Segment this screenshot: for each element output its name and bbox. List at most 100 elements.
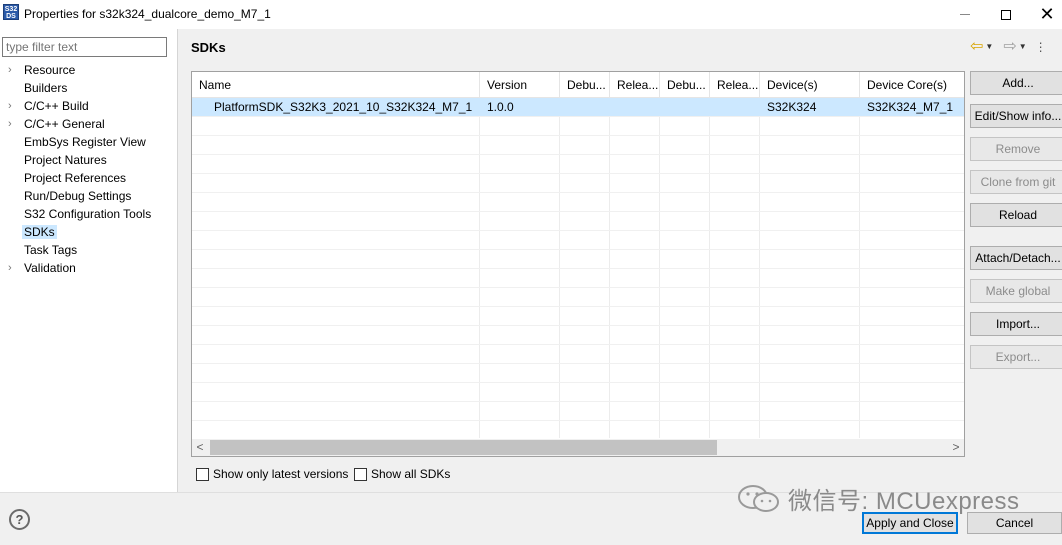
show-all-sdks-checkbox[interactable]: Show all SDKs (354, 467, 450, 481)
watermark: 微信号: MCUexpress (736, 481, 1020, 516)
sidebar-item-label: Resource (24, 63, 76, 77)
show-latest-versions-checkbox[interactable]: Show only latest versions (196, 467, 348, 481)
sidebar-item-task-tags[interactable]: Task Tags (0, 241, 178, 259)
sidebar-item-builders[interactable]: Builders (0, 79, 178, 97)
sidebar-item-run-debug-settings[interactable]: Run/Debug Settings (0, 187, 178, 205)
wechat-logo-icon (738, 484, 779, 512)
expand-chevron-icon[interactable]: › (8, 259, 12, 277)
table-row (192, 117, 964, 136)
maximize-button[interactable] (983, 0, 1029, 29)
table-row (192, 212, 964, 231)
maximize-icon (1001, 9, 1011, 20)
sidebar-item-label: C/C++ Build (24, 99, 89, 113)
expand-chevron-icon[interactable]: › (8, 115, 12, 133)
sidebar-item-label: Builders (24, 81, 68, 95)
sidebar-item-c-c-general[interactable]: › C/C++ General (0, 115, 178, 133)
sidebar-item-resource[interactable]: › Resource (0, 61, 178, 79)
horizontal-scrollbar[interactable]: < > (192, 439, 964, 456)
column-header[interactable]: Device(s) (760, 72, 860, 98)
sidebar-item-label: SDKs (22, 225, 57, 239)
filter-input[interactable] (2, 37, 167, 57)
sidebar-item-label: Project Natures (24, 153, 107, 167)
table-row (192, 288, 964, 307)
table-row (192, 383, 964, 402)
column-header[interactable]: Relea... (710, 72, 760, 98)
column-header[interactable]: Name (192, 72, 480, 98)
add-button[interactable]: Add... (970, 71, 1062, 95)
table-body: PlatformSDK_S32K3_2021_10_S32K324_M7_1 1.… (192, 98, 964, 440)
close-button[interactable]: ✕ (1024, 0, 1062, 29)
sidebar-item-label: EmbSys Register View (24, 135, 146, 149)
table-row (192, 174, 964, 193)
attach-detach-button[interactable]: Attach/Detach... (970, 246, 1062, 270)
sidebar-item-label: Run/Debug Settings (24, 189, 132, 203)
checkbox-box[interactable] (354, 467, 367, 481)
export-button[interactable]: Export... (970, 345, 1062, 369)
sidebar-item-label: C/C++ General (24, 117, 105, 131)
sidebar-item-project-natures[interactable]: Project Natures (0, 151, 178, 169)
table-cell (560, 98, 610, 117)
remove-button[interactable]: Remove (970, 137, 1062, 161)
forward-dropdown-icon[interactable]: ▼ (1019, 39, 1027, 55)
back-dropdown-icon[interactable]: ▼ (985, 39, 993, 55)
sdk-table: Name Version Debu... Relea... Debu... Relea..… (191, 71, 965, 457)
minimize-button[interactable] (942, 0, 988, 29)
scroll-right-icon[interactable]: > (948, 439, 964, 456)
table-row (192, 193, 964, 212)
apply-and-close-button[interactable]: Apply and Close (862, 512, 958, 534)
table-row (192, 402, 964, 421)
title-bar: S32 DS Properties for s32k324_dualcore_d… (0, 0, 1062, 29)
back-arrow-icon[interactable]: ⇦ (970, 39, 983, 55)
sidebar-item-embsys-register-view[interactable]: EmbSys Register View (0, 133, 178, 151)
left-panel: › Resource Builders › C/C++ Build › C/C++ Gene… (0, 29, 178, 492)
forward-arrow-icon[interactable]: ⇨ (1003, 39, 1016, 55)
table-row (192, 345, 964, 364)
property-tree: › Resource Builders › C/C++ Build › C/C++ Gene… (0, 61, 178, 277)
table-cell: PlatformSDK_S32K3_2021_10_S32K324_M7_1 (214, 100, 473, 114)
table-row (192, 136, 964, 155)
column-header[interactable]: Debu... (560, 72, 610, 98)
column-header[interactable]: Relea... (610, 72, 660, 98)
page-title: SDKs (191, 40, 226, 55)
table-row (192, 307, 964, 326)
sidebar-item-validation[interactable]: › Validation (0, 259, 178, 277)
scroll-left-icon[interactable]: < (192, 439, 208, 456)
column-header[interactable]: Version (480, 72, 560, 98)
column-header[interactable]: Debu... (660, 72, 710, 98)
edit-show-info-button[interactable]: Edit/Show info... (970, 104, 1062, 128)
sidebar-item-s32-configuration-tools[interactable]: S32 Configuration Tools (0, 205, 178, 223)
table-row (192, 231, 964, 250)
more-menu-icon[interactable]: ⋮ (1035, 39, 1047, 55)
sidebar-item-project-references[interactable]: Project References (0, 169, 178, 187)
page-nav: ⇦ ▼ ⇨ ▼ ⋮ (970, 38, 1047, 56)
table-header: Name Version Debu... Relea... Debu... Relea..… (192, 72, 964, 98)
cancel-button[interactable]: Cancel (967, 512, 1062, 534)
window-title: Properties for s32k324_dualcore_demo_M7_… (24, 7, 271, 21)
table-cell: S32K324_M7_1 (867, 100, 954, 114)
table-row (192, 326, 964, 345)
table-row (192, 421, 964, 440)
expand-chevron-icon[interactable]: › (8, 61, 12, 79)
sidebar-item-label: Project References (24, 171, 127, 185)
table-row (192, 269, 964, 288)
watermark-text: 微信号: MCUexpress (788, 488, 1020, 515)
help-icon[interactable]: ? (9, 509, 30, 530)
sidebar-item-label: Validation (24, 261, 76, 275)
column-header[interactable]: Device Core(s) (860, 72, 964, 98)
table-cell: S32K324 (767, 100, 817, 114)
table-row[interactable]: PlatformSDK_S32K3_2021_10_S32K324_M7_1 1.… (192, 98, 964, 117)
app-icon: S32 DS (3, 4, 19, 20)
checkbox-box[interactable] (196, 467, 209, 481)
sidebar-item-c-c-build[interactable]: › C/C++ Build (0, 97, 178, 115)
clone-from-git-button[interactable]: Clone from git (970, 170, 1062, 194)
reload-button[interactable]: Reload (970, 203, 1062, 227)
table-cell (610, 98, 660, 117)
import-button[interactable]: Import... (970, 312, 1062, 336)
table-row (192, 364, 964, 383)
close-icon: ✕ (1039, 4, 1055, 24)
minimize-icon (960, 14, 970, 15)
scrollbar-thumb[interactable] (210, 440, 717, 455)
sidebar-item-sdks[interactable]: SDKs (0, 223, 178, 241)
make-global-button[interactable]: Make global (970, 279, 1062, 303)
expand-chevron-icon[interactable]: › (8, 97, 12, 115)
